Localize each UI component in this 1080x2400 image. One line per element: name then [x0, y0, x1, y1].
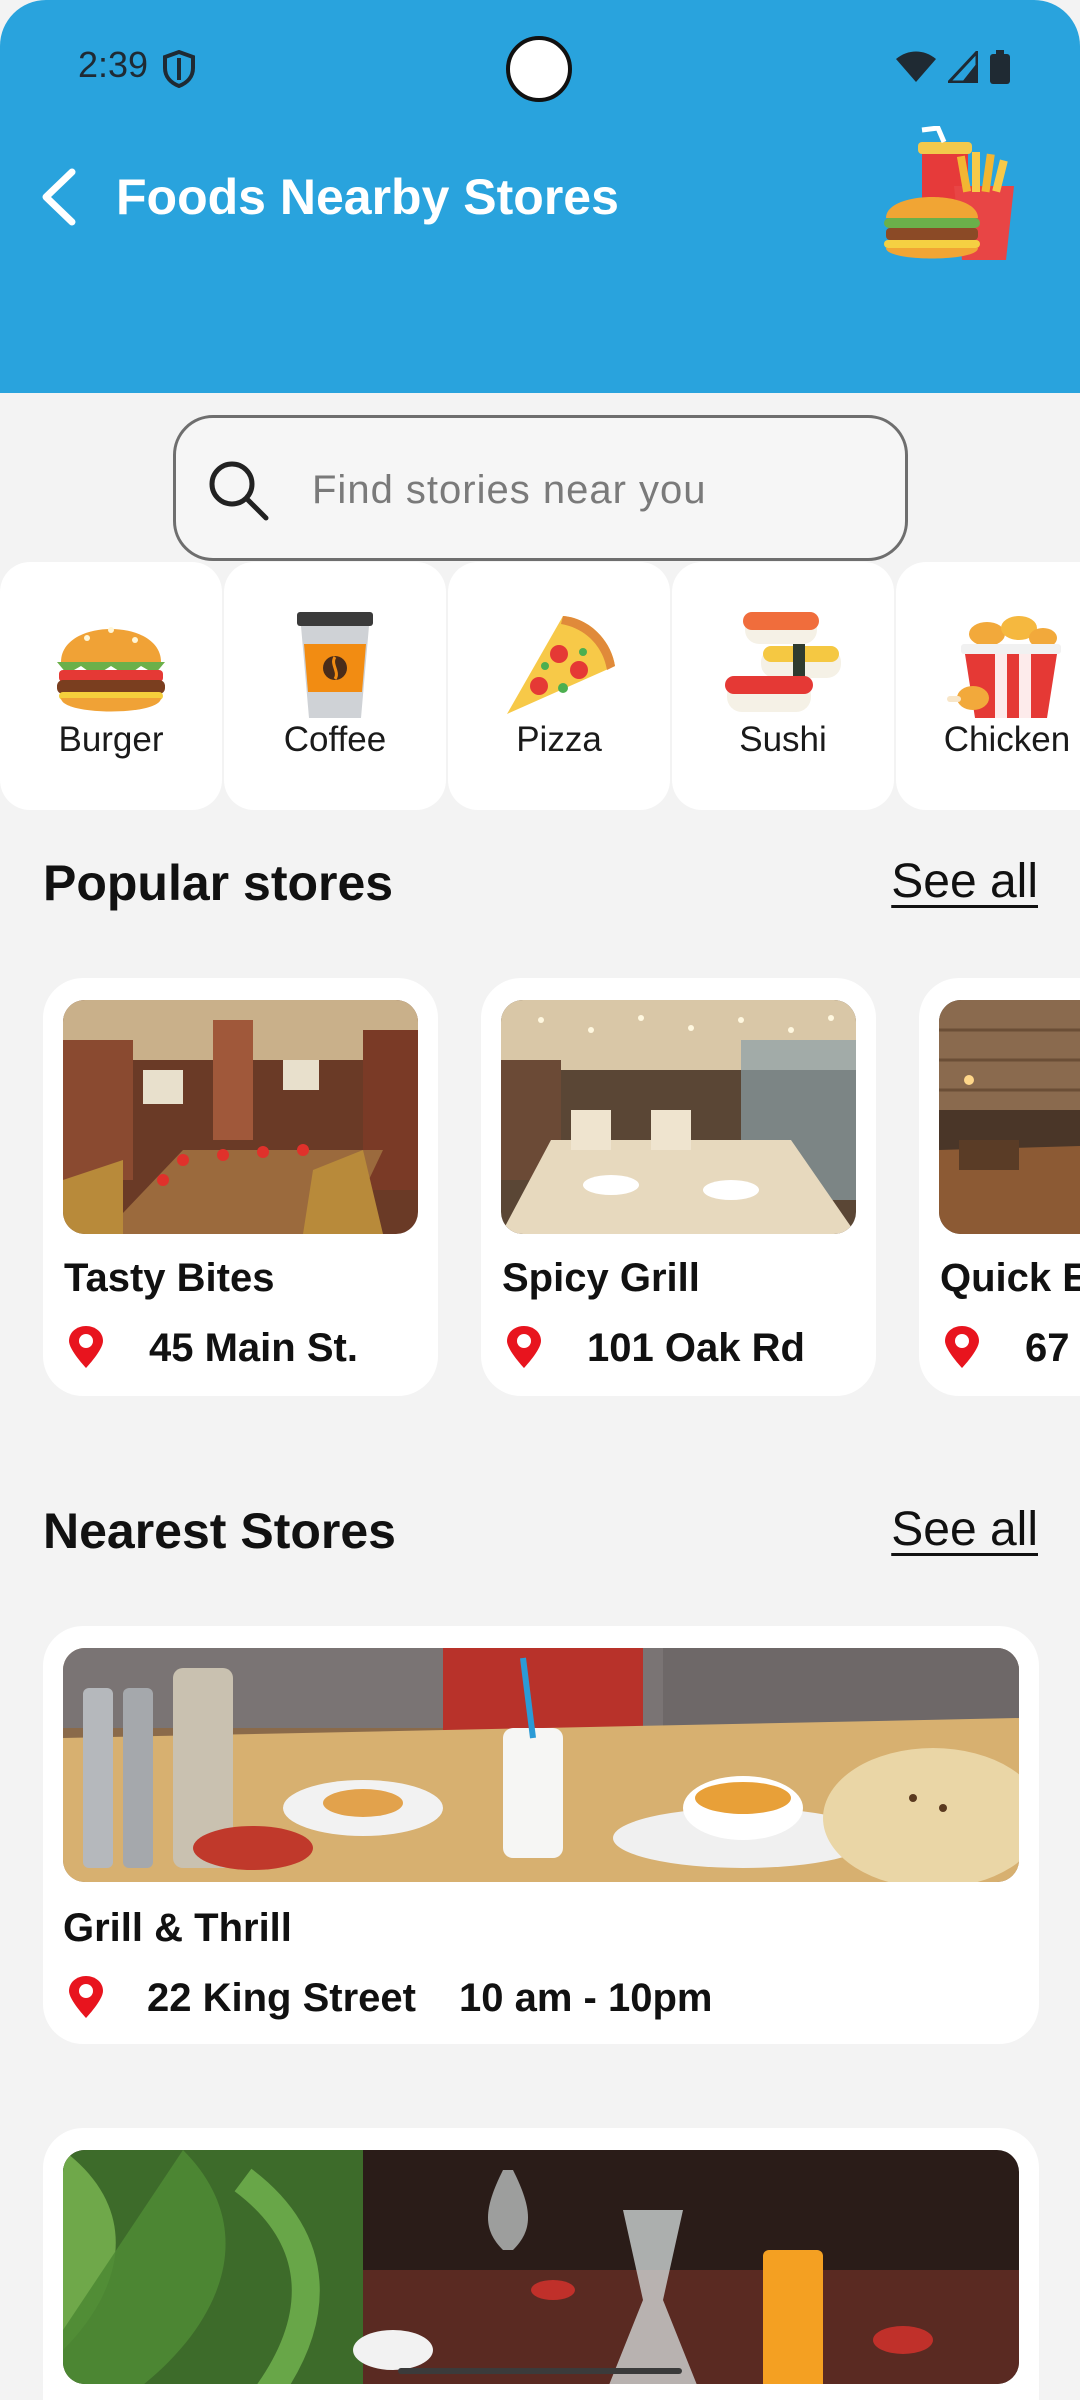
burger-icon — [57, 627, 165, 712]
popular-store-card[interactable]: Quick E 67 — [919, 978, 1080, 1396]
store-photo — [501, 1000, 856, 1234]
category-label: Burger — [58, 720, 164, 759]
search-input[interactable]: Find stories near you — [173, 415, 908, 561]
popular-see-all-link[interactable]: See all — [891, 854, 1038, 909]
store-address: 45 Main St. — [149, 1326, 358, 1370]
search-placeholder: Find stories near you — [312, 468, 707, 512]
store-name: Tasty Bites — [64, 1256, 275, 1300]
nearest-see-all-link[interactable]: See all — [891, 1502, 1038, 1557]
category-label: Chicken — [943, 720, 1071, 759]
popular-store-card[interactable]: Tasty Bites 45 Main St. — [43, 978, 438, 1396]
status-icons — [896, 50, 1010, 84]
pizza-icon — [507, 616, 615, 714]
coffee-cup-icon — [297, 612, 373, 718]
store-photo — [63, 1000, 418, 1234]
category-burger[interactable]: Burger — [0, 562, 222, 810]
store-hours: 10 am - 10pm — [459, 1976, 713, 2020]
wifi-icon — [896, 51, 936, 82]
category-pizza[interactable]: Pizza — [448, 562, 670, 810]
store-name: Quick E — [940, 1256, 1080, 1300]
sushi-icon — [725, 612, 841, 712]
page-title: Foods Nearby Stores — [116, 169, 619, 225]
status-time: 2:39 — [78, 44, 149, 85]
location-pin-icon — [69, 1976, 103, 2018]
store-address: 67 — [1025, 1326, 1070, 1370]
category-label: Coffee — [283, 720, 387, 759]
category-coffee[interactable]: Coffee — [224, 562, 446, 810]
nearest-store-card[interactable] — [43, 2128, 1039, 2400]
store-name: Grill & Thrill — [63, 1906, 292, 1950]
location-pin-icon — [945, 1326, 979, 1368]
app-header: 2:39 Foods Nearby Stores — [0, 0, 1080, 393]
store-photo — [939, 1000, 1080, 1234]
nearest-store-card[interactable]: Grill & Thrill 22 King Street 10 am - 10… — [43, 1626, 1039, 2044]
nearest-stores-heading: Nearest Stores — [43, 1503, 396, 1559]
category-chicken[interactable]: Chicken — [896, 562, 1080, 810]
popular-store-card[interactable]: Spicy Grill 101 Oak Rd — [481, 978, 876, 1396]
category-label: Pizza — [516, 720, 602, 759]
location-pin-icon — [69, 1326, 103, 1368]
camera-cutout — [506, 36, 572, 102]
store-address: 22 King Street — [147, 1976, 416, 2020]
back-arrow-icon[interactable] — [36, 166, 80, 228]
category-label: Sushi — [739, 720, 827, 759]
chicken-bucket-icon — [947, 616, 1061, 718]
store-name: Spicy Grill — [502, 1256, 700, 1300]
fast-food-logo-icon — [884, 126, 1014, 260]
popular-stores-list: Tasty Bites 45 Main St. Spicy Grill 101 … — [0, 978, 1080, 1398]
category-sushi[interactable]: Sushi — [672, 562, 894, 810]
store-photo — [63, 1648, 1019, 1882]
battery-icon — [990, 50, 1010, 84]
store-photo — [63, 2150, 1019, 2384]
category-list: Burger Coffee Pizza Sushi Chicken — [0, 562, 1080, 812]
cellular-signal-icon — [948, 51, 978, 83]
home-indicator[interactable] — [398, 2368, 682, 2374]
popular-stores-heading: Popular stores — [43, 855, 394, 911]
search-icon — [209, 461, 269, 521]
shield-icon — [163, 50, 195, 88]
location-pin-icon — [507, 1326, 541, 1368]
store-address: 101 Oak Rd — [587, 1326, 805, 1370]
